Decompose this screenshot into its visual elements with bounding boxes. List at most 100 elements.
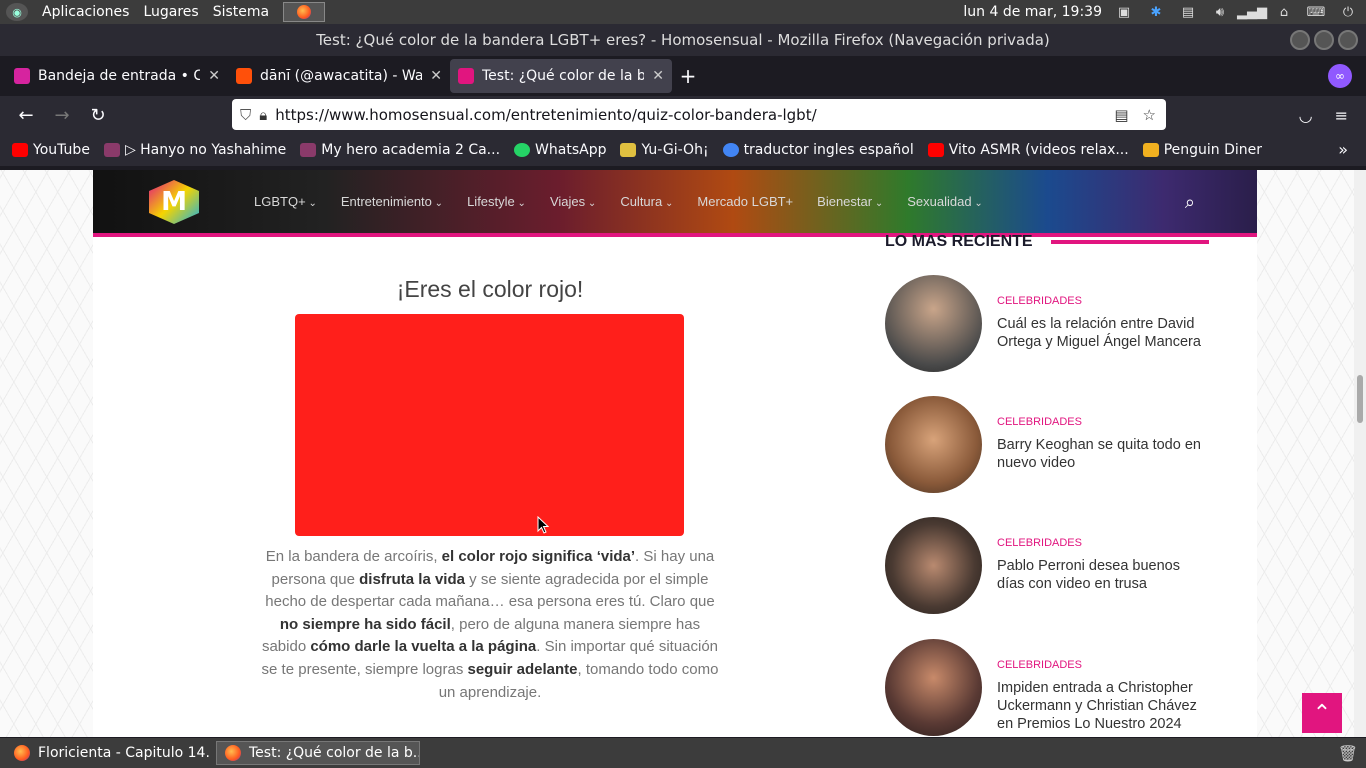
network-manager-icon[interactable]: ▣	[1114, 3, 1134, 21]
bookmark-whatsapp[interactable]: WhatsApp	[514, 142, 606, 158]
menu-lugares[interactable]: Lugares	[143, 4, 198, 20]
clock[interactable]: lun 4 de mar, 19:39	[963, 4, 1102, 20]
nav-viajes[interactable]: Viajes	[550, 194, 596, 209]
bookmark-label: traductor ingles español	[743, 142, 914, 158]
taskbar-item-test[interactable]: Test: ¿Qué color de la b...	[216, 741, 420, 765]
recent-post[interactable]: CELEBRIDADES Barry Keoghan se quita todo…	[885, 396, 1215, 496]
nav-lgbtq[interactable]: LGBTQ+	[254, 194, 317, 209]
pocket-icon[interactable]: ◡	[1299, 106, 1313, 125]
bookmark-yashahime[interactable]: ▷ Hanyo no Yashahime	[103, 142, 287, 158]
recent-post[interactable]: CELEBRIDADES Pablo Perroni desea buenos …	[885, 517, 1215, 617]
forward-button[interactable]: →	[44, 105, 80, 126]
result-color-image	[295, 314, 684, 536]
taskbar-item-floricienta[interactable]: Floricienta - Capitulo 14...	[6, 741, 210, 765]
desc-bold: disfruta la vida	[359, 570, 465, 588]
user-icon[interactable]: ⌂	[1274, 3, 1294, 21]
bookmark-penguin-diner[interactable]: Penguin Diner	[1142, 142, 1262, 158]
clipboard-icon[interactable]: ▤	[1178, 3, 1198, 21]
recent-post[interactable]: CELEBRIDADES Cuál es la relación entre D…	[885, 275, 1215, 375]
post-thumbnail[interactable]	[885, 517, 982, 614]
scroll-to-top-button[interactable]: ⌃	[1302, 693, 1342, 733]
close-tab-icon[interactable]: ✕	[652, 68, 664, 84]
post-title[interactable]: Barry Keoghan se quita todo en nuevo vid…	[997, 436, 1209, 472]
back-button[interactable]: ←	[8, 105, 44, 126]
menu-aplicaciones[interactable]: Aplicaciones	[42, 4, 129, 20]
nav-lifestyle[interactable]: Lifestyle	[467, 194, 526, 209]
tab-homosensual[interactable]: Test: ¿Qué color de la bandera ✕	[450, 59, 672, 93]
desc-text: En la bandera de arcoíris,	[265, 548, 442, 565]
post-thumbnail[interactable]	[885, 275, 982, 372]
post-title[interactable]: Cuál es la relación entre David Ortega y…	[997, 315, 1209, 351]
bookmark-label: ▷ Hanyo no Yashahime	[124, 142, 287, 158]
hamburger-menu-icon[interactable]: ≡	[1335, 106, 1348, 125]
power-icon[interactable]: ⏻	[1338, 3, 1358, 21]
instagram-icon	[14, 68, 30, 84]
trash-icon[interactable]: 🗑︎	[1338, 744, 1358, 763]
post-thumbnail[interactable]	[885, 639, 982, 736]
menu-sistema[interactable]: Sistema	[213, 4, 269, 20]
anime-icon	[300, 143, 317, 157]
close-window-button[interactable]	[1338, 30, 1358, 50]
firefox-icon	[14, 745, 30, 761]
bottom-taskbar: Floricienta - Capitulo 14... Test: ¿Qué …	[0, 738, 1366, 768]
game-icon	[1142, 143, 1159, 157]
keyboard-icon[interactable]: ⌨	[1306, 3, 1326, 21]
more-bookmarks-chevron-icon[interactable]: »	[1338, 140, 1348, 159]
taskbar-item-label: Test: ¿Qué color de la b...	[249, 745, 420, 761]
site-container: M LGBTQ+ Entretenimiento Lifestyle Viaje…	[93, 170, 1257, 737]
bookmark-mha[interactable]: My hero academia 2 Ca...	[300, 142, 500, 158]
minimize-button[interactable]	[1290, 30, 1310, 50]
page-scrollbar[interactable]	[1354, 170, 1366, 737]
quiz-result-title: ¡Eres el color rojo!	[396, 276, 584, 302]
youtube-icon	[927, 143, 944, 157]
reader-view-icon[interactable]: ▤	[1114, 106, 1128, 124]
anime-icon	[103, 143, 120, 157]
tab-wattpad[interactable]: dānī (@awacatita) - Wattpad ✕	[228, 59, 450, 93]
bookmark-vito-asmr[interactable]: Vito ASMR (videos relax...	[927, 142, 1129, 158]
volume-icon[interactable]: 🔊︎	[1210, 3, 1230, 21]
homosensual-favicon-icon	[458, 68, 474, 84]
nav-mercado-lgbt[interactable]: Mercado LGBT+	[697, 194, 793, 209]
search-icon[interactable]: ⌕	[1185, 192, 1195, 213]
bookmark-yugioh[interactable]: Yu-Gi-Oh¡	[620, 142, 709, 158]
close-tab-icon[interactable]: ✕	[208, 68, 220, 84]
bookmarks-toolbar: YouTube ▷ Hanyo no Yashahime My hero aca…	[0, 134, 1366, 166]
tab-instagram[interactable]: Bandeja de entrada • Chat ✕	[6, 59, 228, 93]
recent-heading-underline	[1051, 240, 1209, 244]
tracking-shield-icon[interactable]: ⛉	[240, 106, 251, 124]
nav-bienestar[interactable]: Bienestar	[817, 194, 883, 209]
whatsapp-icon	[514, 143, 531, 157]
lock-icon[interactable]: 🔒︎	[259, 106, 267, 124]
reload-button[interactable]: ↻	[80, 105, 116, 126]
bookmark-label: Yu-Gi-Oh¡	[641, 142, 709, 158]
url-bar[interactable]: ⛉ 🔒︎ https://www.homosensual.com/entrete…	[232, 99, 1166, 130]
window-titlebar: Test: ¿Qué color de la bandera LGBT+ ere…	[0, 24, 1366, 56]
post-category[interactable]: CELEBRIDADES	[997, 659, 1082, 671]
post-title[interactable]: Pablo Perroni desea buenos días con vide…	[997, 557, 1209, 593]
bookmark-traductor[interactable]: traductor ingles español	[722, 142, 914, 158]
nav-cultura[interactable]: Cultura	[620, 194, 673, 209]
post-category[interactable]: CELEBRIDADES	[997, 416, 1082, 428]
bluetooth-icon[interactable]: ✱	[1146, 3, 1166, 21]
close-tab-icon[interactable]: ✕	[430, 68, 442, 84]
url-text[interactable]: https://www.homosensual.com/entretenimie…	[275, 106, 1106, 124]
bookmark-youtube[interactable]: YouTube	[12, 142, 90, 158]
firefox-launcher-icon[interactable]	[283, 2, 326, 22]
homosensual-logo[interactable]: M	[149, 180, 199, 224]
post-category[interactable]: CELEBRIDADES	[997, 295, 1082, 307]
tab-title: Bandeja de entrada • Chat	[38, 68, 201, 84]
scrollbar-thumb[interactable]	[1357, 375, 1363, 423]
nav-sexualidad[interactable]: Sexualidad	[907, 194, 983, 209]
post-category[interactable]: CELEBRIDADES	[997, 537, 1082, 549]
maximize-button[interactable]	[1314, 30, 1334, 50]
bookmark-label: Vito ASMR (videos relax...	[948, 142, 1129, 158]
signal-icon[interactable]: ▂▄▆	[1237, 3, 1267, 21]
nav-entretenimiento[interactable]: Entretenimiento	[341, 194, 443, 209]
page-viewport: M LGBTQ+ Entretenimiento Lifestyle Viaje…	[0, 170, 1366, 737]
post-thumbnail[interactable]	[885, 396, 982, 493]
new-tab-button[interactable]: +	[672, 64, 704, 88]
recent-post[interactable]: CELEBRIDADES Impiden entrada a Christoph…	[885, 639, 1215, 737]
bookmark-star-icon[interactable]: ☆	[1143, 106, 1156, 124]
distro-logo-icon[interactable]: ◉	[6, 3, 28, 21]
post-title[interactable]: Impiden entrada a Christopher Uckermann …	[997, 679, 1209, 733]
